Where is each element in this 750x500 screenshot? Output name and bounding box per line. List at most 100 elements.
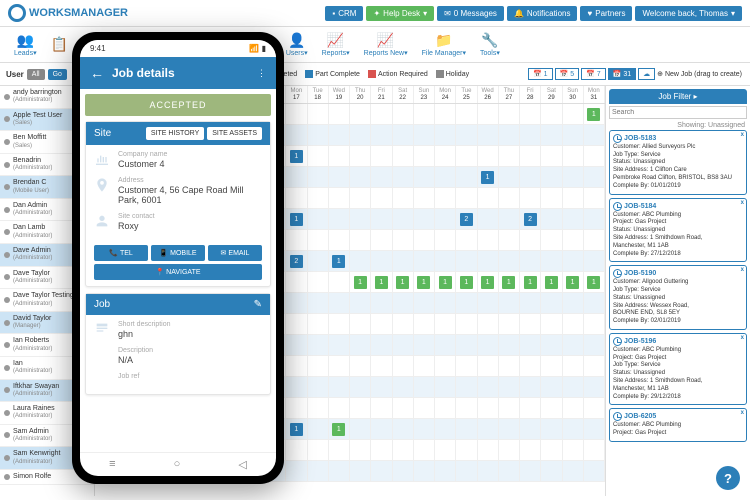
grid-cell[interactable] bbox=[329, 293, 350, 313]
day-header[interactable]: Fri21 bbox=[371, 86, 392, 103]
grid-cell[interactable] bbox=[286, 356, 307, 376]
grid-cell[interactable] bbox=[414, 377, 435, 397]
grid-cell[interactable] bbox=[584, 356, 605, 376]
grid-cell[interactable] bbox=[478, 125, 499, 145]
grid-cell[interactable] bbox=[414, 125, 435, 145]
grid-cell[interactable] bbox=[456, 167, 477, 187]
grid-cell[interactable] bbox=[520, 104, 541, 124]
grid-cell[interactable] bbox=[456, 419, 477, 439]
grid-cell[interactable]: 1 bbox=[393, 272, 414, 292]
grid-cell[interactable] bbox=[350, 419, 371, 439]
view-5day[interactable]: 📅 5 bbox=[555, 68, 580, 80]
grid-cell[interactable] bbox=[499, 251, 520, 271]
grid-cell[interactable] bbox=[393, 440, 414, 460]
grid-cell[interactable] bbox=[478, 251, 499, 271]
grid-cell[interactable] bbox=[329, 398, 350, 418]
grid-cell[interactable] bbox=[371, 335, 392, 355]
grid-cell[interactable] bbox=[350, 167, 371, 187]
job-block[interactable]: 1 bbox=[332, 423, 345, 436]
menu-item[interactable]: 📁File Manager▾ bbox=[416, 30, 472, 59]
grid-cell[interactable] bbox=[456, 251, 477, 271]
grid-cell[interactable] bbox=[414, 146, 435, 166]
grid-cell[interactable] bbox=[478, 377, 499, 397]
grid-cell[interactable] bbox=[541, 356, 562, 376]
grid-cell[interactable] bbox=[350, 398, 371, 418]
grid-cell[interactable] bbox=[308, 104, 329, 124]
grid-cell[interactable] bbox=[584, 335, 605, 355]
job-block[interactable]: 1 bbox=[290, 423, 303, 436]
grid-cell[interactable] bbox=[371, 461, 392, 481]
job-card[interactable]: xJOB-5190Customer: Allgood GutteringJob … bbox=[609, 265, 747, 330]
grid-cell[interactable] bbox=[350, 461, 371, 481]
grid-cell[interactable] bbox=[435, 314, 456, 334]
grid-cell[interactable] bbox=[350, 377, 371, 397]
grid-cell[interactable] bbox=[499, 230, 520, 250]
job-block[interactable]: 1 bbox=[332, 255, 345, 268]
grid-cell[interactable] bbox=[563, 356, 584, 376]
grid-cell[interactable]: 1 bbox=[286, 146, 307, 166]
grid-cell[interactable] bbox=[584, 377, 605, 397]
grid-cell[interactable] bbox=[350, 188, 371, 208]
grid-cell[interactable] bbox=[329, 167, 350, 187]
close-icon[interactable]: x bbox=[741, 335, 744, 343]
grid-cell[interactable] bbox=[308, 272, 329, 292]
grid-cell[interactable] bbox=[541, 461, 562, 481]
grid-cell[interactable] bbox=[456, 440, 477, 460]
grid-cell[interactable]: 1 bbox=[563, 272, 584, 292]
grid-cell[interactable] bbox=[563, 398, 584, 418]
grid-cell[interactable] bbox=[329, 335, 350, 355]
grid-cell[interactable] bbox=[520, 146, 541, 166]
navigate-button[interactable]: 📍 NAVIGATE bbox=[94, 264, 262, 280]
grid-cell[interactable]: 1 bbox=[286, 419, 307, 439]
grid-cell[interactable] bbox=[435, 125, 456, 145]
grid-cell[interactable] bbox=[371, 146, 392, 166]
grid-cell[interactable] bbox=[456, 398, 477, 418]
grid-cell[interactable] bbox=[308, 209, 329, 229]
grid-cell[interactable]: 1 bbox=[478, 167, 499, 187]
grid-cell[interactable] bbox=[520, 188, 541, 208]
grid-cell[interactable] bbox=[584, 167, 605, 187]
grid-cell[interactable] bbox=[499, 314, 520, 334]
grid-cell[interactable] bbox=[308, 167, 329, 187]
grid-cell[interactable] bbox=[329, 272, 350, 292]
job-block[interactable]: 1 bbox=[354, 276, 367, 289]
grid-cell[interactable] bbox=[329, 377, 350, 397]
grid-cell[interactable] bbox=[563, 146, 584, 166]
grid-cell[interactable] bbox=[329, 188, 350, 208]
grid-cell[interactable] bbox=[371, 125, 392, 145]
grid-cell[interactable] bbox=[435, 377, 456, 397]
grid-cell[interactable] bbox=[350, 314, 371, 334]
day-header[interactable]: Mon31 bbox=[584, 86, 605, 103]
grid-cell[interactable] bbox=[456, 461, 477, 481]
grid-cell[interactable] bbox=[478, 335, 499, 355]
grid-cell[interactable] bbox=[393, 461, 414, 481]
grid-cell[interactable] bbox=[308, 293, 329, 313]
grid-cell[interactable]: 1 bbox=[478, 272, 499, 292]
grid-cell[interactable] bbox=[286, 272, 307, 292]
partners-button[interactable]: ♥ Partners bbox=[580, 6, 632, 21]
grid-cell[interactable] bbox=[456, 293, 477, 313]
grid-cell[interactable] bbox=[499, 125, 520, 145]
grid-cell[interactable] bbox=[563, 209, 584, 229]
grid-cell[interactable] bbox=[478, 293, 499, 313]
grid-cell[interactable] bbox=[286, 167, 307, 187]
grid-cell[interactable] bbox=[499, 419, 520, 439]
day-header[interactable]: Thu20 bbox=[350, 86, 371, 103]
grid-cell[interactable]: 2 bbox=[520, 209, 541, 229]
messages-button[interactable]: ✉ 0 Messages bbox=[437, 6, 504, 21]
grid-cell[interactable] bbox=[520, 293, 541, 313]
grid-cell[interactable] bbox=[308, 251, 329, 271]
grid-cell[interactable] bbox=[308, 461, 329, 481]
menu-item[interactable]: 🔧Tools▾ bbox=[474, 30, 506, 59]
job-block[interactable]: 1 bbox=[396, 276, 409, 289]
day-header[interactable]: Tue18 bbox=[308, 86, 329, 103]
grid-cell[interactable] bbox=[350, 356, 371, 376]
grid-cell[interactable] bbox=[563, 419, 584, 439]
grid-cell[interactable]: 1 bbox=[541, 272, 562, 292]
job-search-input[interactable] bbox=[609, 106, 747, 119]
grid-cell[interactable] bbox=[478, 440, 499, 460]
grid-cell[interactable] bbox=[286, 398, 307, 418]
grid-cell[interactable] bbox=[456, 104, 477, 124]
job-block[interactable]: 1 bbox=[481, 171, 494, 184]
grid-cell[interactable]: 1 bbox=[350, 272, 371, 292]
